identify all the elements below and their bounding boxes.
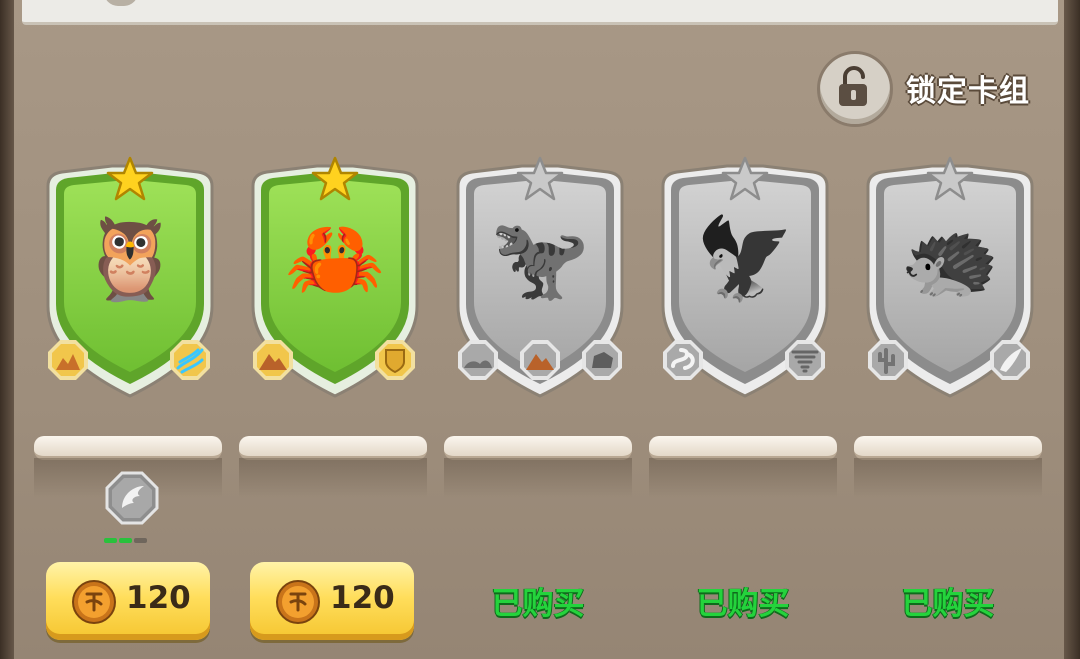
upgrade-progress	[104, 528, 152, 543]
rock-icon	[580, 338, 624, 382]
top-bar	[22, 0, 1058, 25]
wind-icon	[168, 338, 212, 382]
shelf-shadow	[239, 458, 427, 498]
wing-gem-icon[interactable]	[104, 470, 160, 526]
card-shelf	[444, 436, 632, 460]
horn-icon	[988, 338, 1032, 382]
lock-deck-label: 锁定卡组	[906, 74, 1030, 109]
progress-segment	[119, 538, 132, 543]
buy-button[interactable]: 120	[250, 562, 414, 640]
snake-icon	[661, 338, 705, 382]
rank-star-icon	[516, 156, 564, 201]
pterodactyl-art: 🦅	[695, 212, 795, 305]
deck-screen: 锁定卡组 🦉 🦀 🦖 🦅 🦔 120 120 已购买 已购买 已购买	[0, 0, 1080, 659]
buy-button[interactable]: 120	[46, 562, 210, 640]
tornado-icon	[783, 338, 827, 382]
top-bar-knob	[104, 0, 138, 6]
card-shelf	[649, 436, 837, 460]
coin-icon	[72, 580, 116, 624]
mountain-icon	[251, 338, 295, 382]
shelf-shadow	[444, 458, 632, 498]
owl-art: 🦉	[80, 212, 180, 305]
cactus-icon	[866, 338, 910, 382]
shield-icon	[373, 338, 417, 382]
coin-icon	[276, 580, 320, 624]
frame-right	[1062, 0, 1080, 659]
purchased-label: 已购买	[696, 586, 790, 622]
crab-art: 🦀	[285, 212, 385, 305]
progress-segment	[134, 538, 147, 543]
plain-icon	[456, 338, 500, 382]
card-shelf	[239, 436, 427, 460]
mountain-icon	[518, 338, 562, 382]
dinosaur-art: 🦖	[490, 212, 590, 305]
purchased-label: 已购买	[491, 586, 585, 622]
purchased-label: 已购买	[901, 586, 995, 622]
rank-star-icon	[926, 156, 974, 201]
price-value: 120	[126, 580, 191, 616]
card-shelf	[854, 436, 1042, 460]
rank-star-icon	[106, 156, 154, 201]
card-shelf	[34, 436, 222, 460]
lock-deck-button[interactable]	[817, 51, 893, 127]
shelf-shadow	[854, 458, 1042, 498]
shelled-beast-art: 🦔	[900, 212, 1000, 305]
desert-icon	[46, 338, 90, 382]
rank-star-icon	[311, 156, 359, 201]
price-value: 120	[330, 580, 395, 616]
shelf-shadow	[649, 458, 837, 498]
progress-segment	[104, 538, 117, 543]
rank-star-icon	[721, 156, 769, 201]
unlock-icon	[839, 66, 867, 106]
